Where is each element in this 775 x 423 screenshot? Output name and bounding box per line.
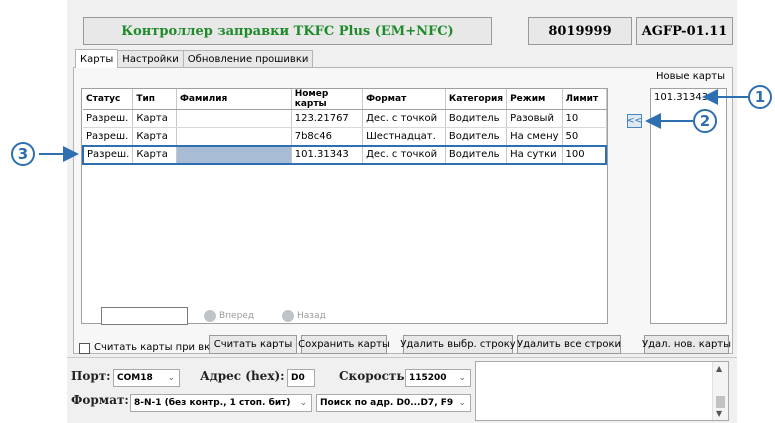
callout-3: 3 — [11, 142, 35, 166]
tab-cards[interactable]: Карты — [75, 49, 119, 68]
callout-1: 1 — [748, 85, 772, 109]
callout-2: 2 — [693, 109, 717, 133]
